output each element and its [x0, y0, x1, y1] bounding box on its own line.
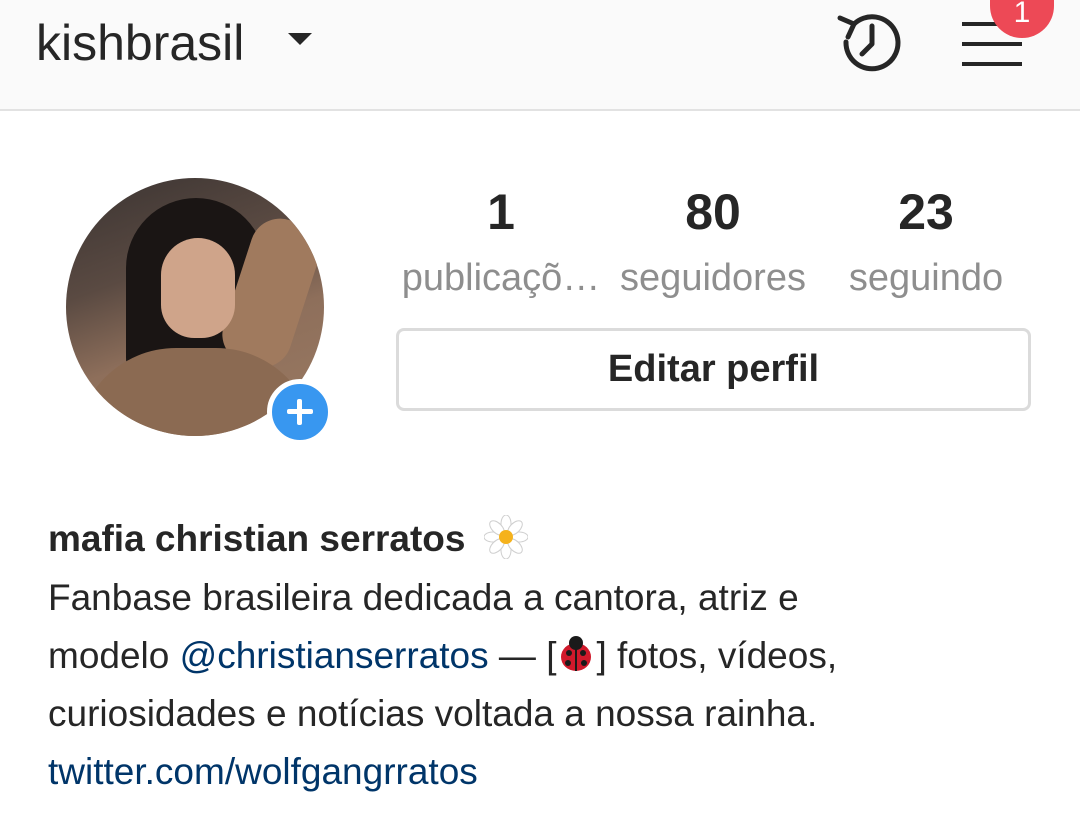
- history-icon[interactable]: [832, 4, 908, 80]
- mention-link[interactable]: @christianserratos: [180, 635, 489, 676]
- bio-name-line: mafia christian serratos: [48, 515, 1048, 563]
- following-stat[interactable]: 23 seguindo: [816, 184, 1036, 300]
- external-link[interactable]: twitter.com/wolfgangrratos: [48, 743, 1048, 801]
- followers-stat[interactable]: 80 seguidores: [603, 184, 823, 300]
- bio-section: mafia christian serratos Fanbase brasile…: [48, 515, 1048, 801]
- add-story-button[interactable]: [267, 379, 333, 445]
- followers-count: 80: [685, 184, 741, 240]
- avatar-face: [161, 238, 235, 338]
- bio-line-2-start: modelo: [48, 635, 180, 676]
- followers-label: seguidores: [620, 257, 806, 299]
- caret-down-icon[interactable]: [288, 33, 312, 45]
- posts-label: publicaçõ…: [401, 257, 601, 299]
- following-label: seguindo: [848, 257, 1004, 299]
- bio-text: Fanbase brasileira dedicada a cantora, a…: [48, 569, 1048, 743]
- bio-line-1: Fanbase brasileira dedicada a cantora, a…: [48, 577, 799, 618]
- posts-count: 1: [487, 184, 515, 240]
- profile-name: mafia christian serratos: [48, 518, 466, 559]
- bio-line-2-end: ] fotos, vídeos,: [596, 635, 838, 676]
- posts-stat[interactable]: 1 publicaçõ…: [391, 184, 611, 300]
- daisy-emoji: [483, 515, 528, 559]
- username-switcher[interactable]: kishbrasil: [36, 14, 244, 72]
- bio-line-2-middle: — [: [488, 635, 557, 676]
- ladybug-emoji: [561, 636, 592, 671]
- edit-profile-button[interactable]: Editar perfil: [396, 328, 1031, 411]
- following-count: 23: [898, 184, 954, 240]
- top-bar: kishbrasil 1: [0, 0, 1080, 111]
- bio-line-3: curiosidades e notícias voltada a nossa …: [48, 693, 818, 734]
